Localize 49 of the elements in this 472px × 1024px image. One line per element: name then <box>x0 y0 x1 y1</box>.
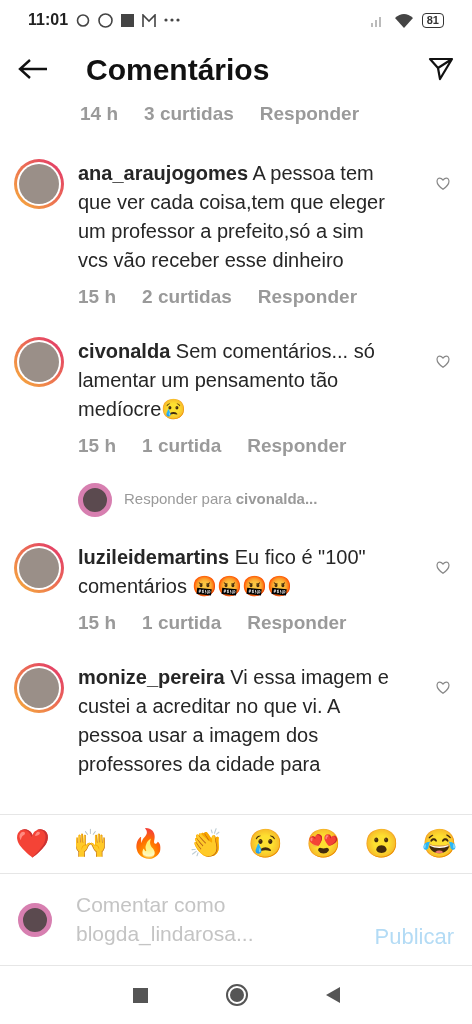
emoji-reaction[interactable]: 😢 <box>245 830 286 858</box>
emoji-reaction[interactable]: 👏 <box>186 830 227 858</box>
comment-input[interactable]: Comentar como blogda_lindarosa... <box>76 889 351 950</box>
comment-text: luzileidemartins Eu fico é "100" comentários 🤬🤬🤬🤬 <box>78 544 367 599</box>
comment-time: 14 h <box>80 102 119 126</box>
publish-button[interactable]: Publicar <box>374 920 454 953</box>
likes-count[interactable]: 3 curtidas <box>144 100 234 129</box>
send-icon[interactable] <box>428 57 454 81</box>
emoji-reaction[interactable]: 🙌 <box>70 830 111 858</box>
like-heart-icon[interactable] <box>436 681 450 694</box>
comment-text: civonalda Sem comentários... só lamentar um pensamento tão medíocre😢 <box>78 339 376 422</box>
comment-time: 15 h <box>78 284 117 309</box>
mail-icon <box>142 13 157 27</box>
reply-link[interactable]: Responder <box>247 432 347 461</box>
emoji-reaction[interactable]: 😮 <box>361 830 402 858</box>
reply-link[interactable]: Responder <box>259 100 360 129</box>
square-icon <box>121 13 135 27</box>
more-dots-icon <box>164 18 181 22</box>
home-button[interactable] <box>225 984 248 1006</box>
recents-button[interactable] <box>132 987 148 1003</box>
avatar[interactable] <box>14 337 64 387</box>
reply-link[interactable]: Responder <box>257 282 358 311</box>
comment-time: 15 h <box>78 434 117 458</box>
reply-link[interactable]: Responder <box>247 608 347 637</box>
like-heart-icon[interactable] <box>436 560 450 574</box>
likes-count[interactable]: 1 curtida <box>142 608 222 637</box>
avatar <box>78 482 112 517</box>
comment-text: monize_pereira Vi essa imagem e custei a acreditar no que vi. A pessoa usar a imagem dos professores da cidade para <box>78 665 390 777</box>
likes-count[interactable]: 1 curtida <box>142 432 222 461</box>
emoji-reaction[interactable]: 🔥 <box>128 830 169 858</box>
clock-time: 11:01 <box>28 10 69 30</box>
likes-count[interactable]: 2 curtidas <box>142 282 232 311</box>
like-heart-icon[interactable] <box>436 355 450 368</box>
reply-prompt[interactable]: Responder para civonalda... <box>124 488 318 511</box>
emoji-reaction[interactable]: 😍 <box>303 830 344 858</box>
like-heart-icon[interactable] <box>436 176 450 190</box>
avatar[interactable] <box>14 542 64 593</box>
back-icon[interactable] <box>325 987 340 1003</box>
wifi-icon <box>393 12 414 28</box>
back-arrow-icon[interactable] <box>18 58 48 80</box>
avatar <box>18 902 52 937</box>
avatar[interactable] <box>14 158 64 209</box>
battery-icon: 81 <box>421 12 444 28</box>
emoji-reaction[interactable]: 😂 <box>419 830 460 858</box>
page-title: Comentários <box>86 51 271 88</box>
avatar[interactable] <box>14 663 64 713</box>
comment-time: 15 h <box>78 610 117 635</box>
comment-text: ana_araujogomes A pessoa tem que ver cada coisa,tem que eleger um professor a prefeito,só a sim vcs vão receber esse dinheiro <box>78 160 386 273</box>
emoji-reaction[interactable]: ❤ <box>12 830 52 858</box>
